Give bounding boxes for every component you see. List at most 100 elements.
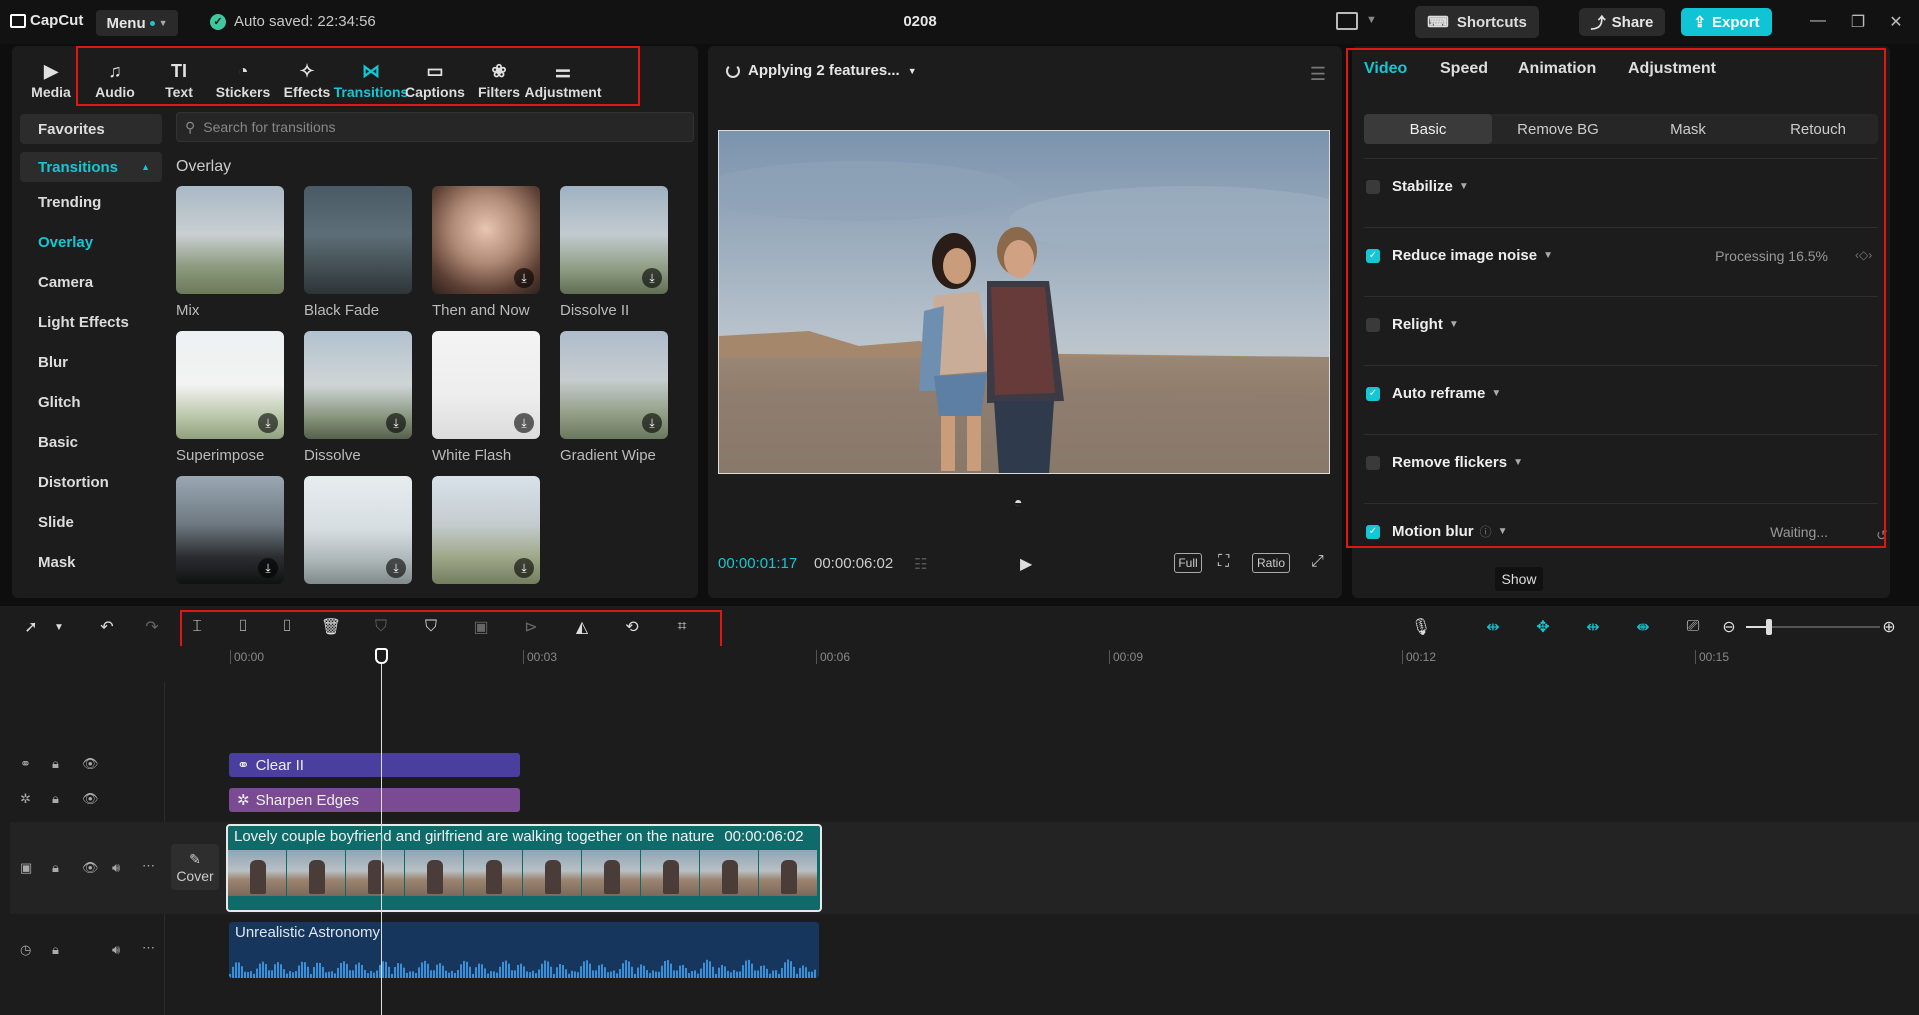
timeline-grid-icon[interactable]: ☷ xyxy=(914,555,927,573)
shield-icon[interactable]: ⛉ xyxy=(420,616,442,638)
sidebar-item-favorites[interactable]: Favorites xyxy=(20,114,162,144)
sidebar-category-transitions[interactable]: Transitions ▲ xyxy=(20,152,162,182)
select-tool-icon[interactable]: ➚ xyxy=(20,616,42,638)
sidebar-item-overlay[interactable]: Overlay xyxy=(20,222,162,262)
maximize-icon[interactable]: ❐ xyxy=(1846,12,1870,32)
layout-chevron-icon[interactable]: ▼ xyxy=(1366,14,1377,26)
sidebar-item-light-effects[interactable]: Light Effects xyxy=(20,302,162,342)
transition-thumbnail[interactable]: ⤓ xyxy=(432,331,540,439)
crop-icon[interactable]: ⌗ xyxy=(671,616,693,638)
transition-thumbnail[interactable] xyxy=(176,186,284,294)
tab-animation[interactable]: Animation xyxy=(1518,60,1596,78)
tab-audio[interactable]: ♫ Audio xyxy=(84,52,146,100)
tab-filters[interactable]: ❀ Filters xyxy=(468,52,530,100)
linkage-icon[interactable]: ⇹ xyxy=(1582,616,1604,638)
project-title[interactable]: 0208 xyxy=(880,13,960,30)
auto-snap-icon[interactable]: ✥ xyxy=(1532,616,1554,638)
cover-button[interactable]: ✎ Cover xyxy=(171,844,219,890)
tab-text[interactable]: TI Text xyxy=(148,52,210,100)
undo-icon[interactable]: ↶ xyxy=(96,616,118,638)
lock-icon[interactable]: 🔒︎ xyxy=(52,942,59,958)
eye-icon[interactable]: 👁︎ xyxy=(82,756,99,772)
play-button[interactable]: ▶ xyxy=(1020,554,1032,574)
keyframe-icon[interactable]: ‹◇› xyxy=(1855,248,1872,262)
sidebar-item-mask[interactable]: Mask xyxy=(20,542,162,582)
transition-thumbnail[interactable] xyxy=(304,186,412,294)
transition-item[interactable]: ⤓ Dissolve xyxy=(304,331,412,464)
speaker-icon[interactable]: 🔊︎ xyxy=(112,860,120,876)
transition-thumbnail[interactable]: ⤓ xyxy=(432,186,540,294)
transition-item[interactable]: ⤓ xyxy=(432,476,540,584)
more-icon[interactable]: ⋯ xyxy=(142,858,155,874)
feature-checkbox[interactable]: ✓ xyxy=(1366,386,1380,401)
download-icon[interactable]: ⤓ xyxy=(386,413,406,433)
subtab-retouch[interactable]: Retouch xyxy=(1754,114,1882,144)
delete-icon[interactable]: 🗑 xyxy=(320,616,342,638)
rotate-clip-icon[interactable]: ⟲ xyxy=(621,616,643,638)
info-icon[interactable]: ⓘ xyxy=(1480,523,1492,540)
sidebar-item-distortion[interactable]: Distortion xyxy=(20,462,162,502)
chevron-down-icon[interactable]: ▼ xyxy=(1491,388,1501,399)
speaker-icon[interactable]: 🔊︎ xyxy=(112,942,120,958)
transition-item[interactable]: Mix xyxy=(176,186,284,319)
playhead[interactable] xyxy=(381,654,382,1015)
tab-speed[interactable]: Speed xyxy=(1440,60,1488,78)
feature-checkbox[interactable] xyxy=(1366,455,1380,470)
download-icon[interactable]: ⤓ xyxy=(642,268,662,288)
tab-adjustment[interactable]: ⚌ Adjustment xyxy=(525,52,602,100)
sidebar-item-camera[interactable]: Camera xyxy=(20,262,162,302)
transition-item[interactable]: ⤓ Then and Now xyxy=(432,186,540,319)
download-icon[interactable]: ⤓ xyxy=(514,268,534,288)
freeze-icon[interactable]: ▣ xyxy=(470,616,492,638)
mark-icon[interactable]: ⛉ xyxy=(370,616,392,638)
download-icon[interactable]: ⤓ xyxy=(258,558,278,578)
minimize-icon[interactable]: — xyxy=(1806,12,1830,30)
transition-thumbnail[interactable]: ⤓ xyxy=(304,331,412,439)
share-button[interactable]: ⤴ Share xyxy=(1579,8,1665,36)
export-button[interactable]: ⇪ Export xyxy=(1681,8,1772,36)
full-button[interactable]: Full xyxy=(1174,553,1202,573)
chevron-down-icon[interactable]: ▼ xyxy=(1543,250,1553,261)
chevron-down-icon[interactable]: ▼ xyxy=(48,616,70,638)
tab-adjustment[interactable]: Adjustment xyxy=(1628,60,1716,78)
video-clip[interactable]: Lovely couple boyfriend and girlfriend a… xyxy=(226,824,822,912)
lock-icon[interactable]: 🔒︎ xyxy=(52,860,59,876)
subtab-basic[interactable]: Basic xyxy=(1364,114,1492,144)
download-icon[interactable]: ⤓ xyxy=(514,413,534,433)
transition-thumbnail[interactable]: ⤓ xyxy=(176,476,284,584)
playhead-handle[interactable] xyxy=(375,648,388,664)
transition-item[interactable]: ⤓ Dissolve II xyxy=(560,186,668,319)
tab-transitions[interactable]: ⋈ Transitions xyxy=(334,52,409,100)
lock-icon[interactable]: 🔒︎ xyxy=(52,756,59,772)
microphone-icon[interactable]: 🎙 xyxy=(1410,616,1432,638)
subtab-remove-bg[interactable]: Remove BG xyxy=(1494,114,1622,144)
more-icon[interactable]: ⋯ xyxy=(142,940,155,956)
time-ruler[interactable]: 00:00 00:03 00:06 00:09 00:12 00:15 xyxy=(230,646,1910,668)
feature-checkbox[interactable]: ✓ xyxy=(1366,248,1380,263)
split-left-icon[interactable]: ⌷ xyxy=(232,616,254,638)
transition-thumbnail[interactable]: ⤓ xyxy=(560,331,668,439)
transition-thumbnail[interactable]: ⤓ xyxy=(176,331,284,439)
zoom-slider-handle[interactable] xyxy=(1766,619,1772,635)
reset-icon[interactable]: ↺ xyxy=(1876,527,1888,544)
transition-item[interactable]: ⤓ xyxy=(304,476,412,584)
sidebar-item-glitch[interactable]: Glitch xyxy=(20,382,162,422)
audio-clip[interactable]: Unrealistic Astronomy xyxy=(229,922,819,978)
screenshot-icon[interactable]: ⛶ xyxy=(1218,553,1229,571)
subtab-mask[interactable]: Mask xyxy=(1624,114,1752,144)
feature-checkbox[interactable] xyxy=(1366,317,1380,332)
split-icon[interactable]: ⌶ xyxy=(186,616,208,638)
tab-captions[interactable]: ▭ Captions xyxy=(404,52,466,100)
sidebar-item-basic[interactable]: Basic xyxy=(20,422,162,462)
menu-button[interactable]: Menu ▼ xyxy=(96,10,178,36)
feature-checkbox[interactable] xyxy=(1366,179,1380,194)
processing-status[interactable]: Applying 2 features... ▼ xyxy=(726,62,917,79)
preview-axis-icon[interactable]: ⇼ xyxy=(1632,616,1654,638)
tab-effects[interactable]: ✧ Effects xyxy=(276,52,338,100)
redo-icon[interactable]: ↷ xyxy=(141,616,163,638)
tab-stickers[interactable]: ◔ Stickers xyxy=(212,52,274,100)
transition-item[interactable]: ⤓ Gradient Wipe xyxy=(560,331,668,464)
mirror-icon[interactable]: ◭ xyxy=(571,616,593,638)
transition-item[interactable]: ⤓ xyxy=(176,476,284,584)
effect-clip[interactable]: ⚭ Clear II xyxy=(229,753,520,777)
